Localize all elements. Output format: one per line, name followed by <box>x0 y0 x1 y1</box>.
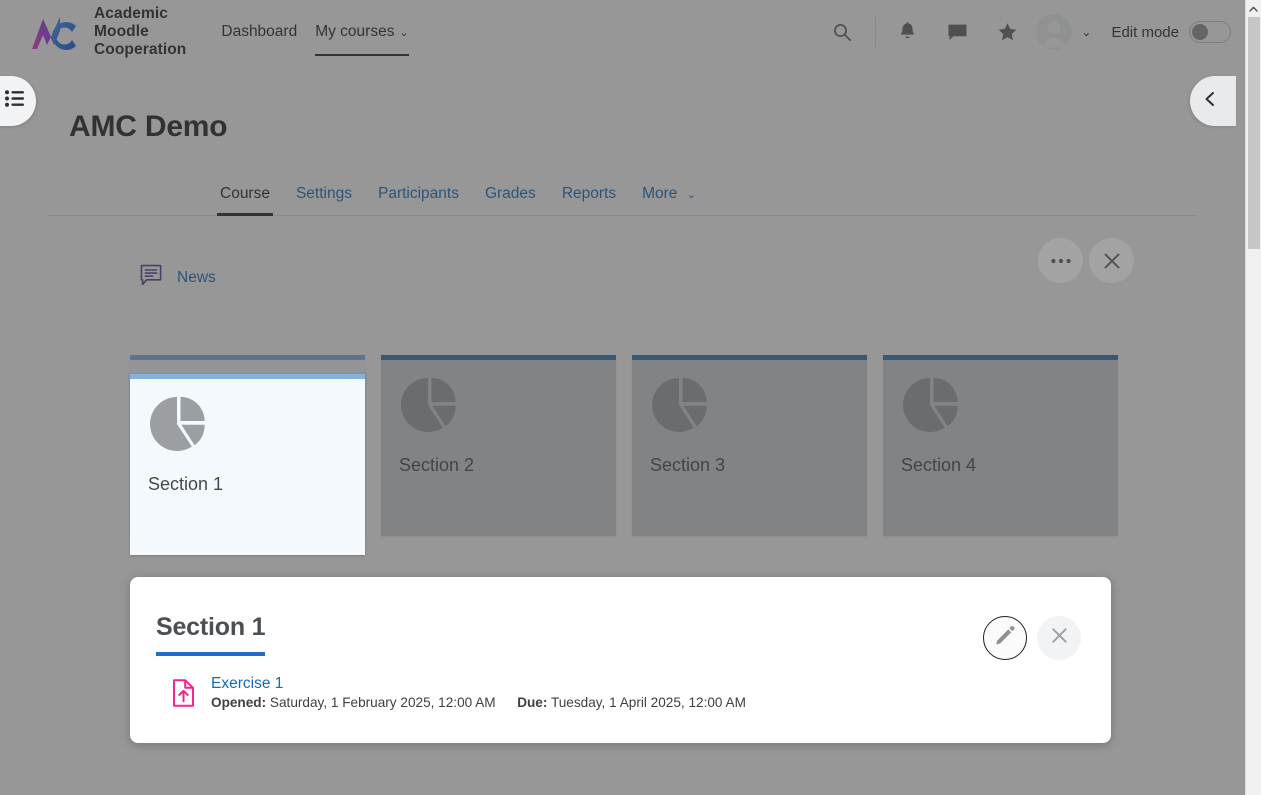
pie-chart-icon <box>147 393 211 460</box>
browser-viewport: Academic Moodle Cooperation Dashboard My… <box>0 0 1261 795</box>
edit-pencil-button[interactable] <box>983 616 1027 660</box>
section-detail-title: Section 1 <box>156 613 266 656</box>
activity-text: Exercise 1 Opened: Saturday, 1 February … <box>211 675 746 713</box>
list-menu-icon <box>5 90 25 112</box>
activity-link-exercise-1[interactable]: Exercise 1 <box>211 675 746 692</box>
right-drawer-toggle[interactable] <box>1190 76 1236 126</box>
activity-opened-label: Opened: <box>211 695 267 711</box>
more-options-button[interactable] <box>1038 238 1083 283</box>
section-detail-panel: Section 1 Exercise 1 Opened: Saturday, 1… <box>130 577 1111 743</box>
scrollbar-track[interactable] <box>1246 17 1261 778</box>
pencil-icon <box>994 625 1016 652</box>
assignment-icon <box>170 678 197 713</box>
activity-due-value: Tuesday, 1 April 2025, 12:00 AM <box>550 695 746 711</box>
activity-dates: Opened: Saturday, 1 February 2025, 12:00… <box>211 695 746 710</box>
chevron-left-icon <box>1202 90 1218 113</box>
activity-opened-value: Saturday, 1 February 2025, 12:00 AM <box>269 695 496 711</box>
close-icon <box>1050 626 1069 650</box>
close-button[interactable] <box>1089 238 1134 283</box>
scrollbar-up-arrow[interactable] <box>1246 0 1261 17</box>
section-card-1-highlighted[interactable]: Section 1 <box>130 374 365 555</box>
section-detail-actions <box>983 616 1081 660</box>
section-overlay-actions <box>1038 238 1134 283</box>
close-button[interactable] <box>1037 616 1081 660</box>
activity-due-label: Due: <box>517 695 548 711</box>
page-scrollbar[interactable] <box>1245 0 1261 795</box>
activity-item: Exercise 1 Opened: Saturday, 1 February … <box>170 675 746 713</box>
scrollbar-thumb[interactable] <box>1248 17 1260 249</box>
section-card-1-highlighted-label: Section 1 <box>148 474 224 494</box>
